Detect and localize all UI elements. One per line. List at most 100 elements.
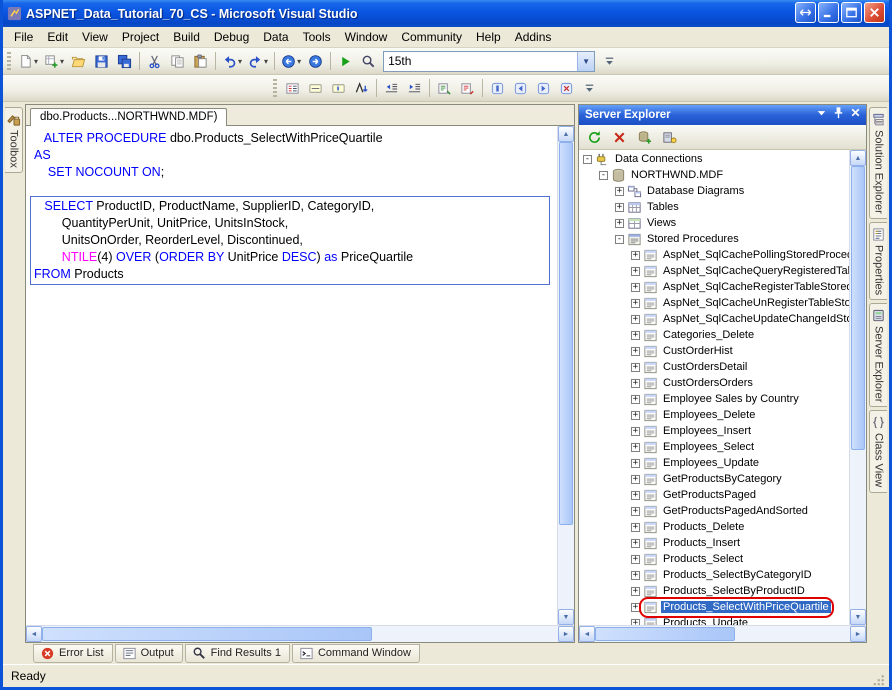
plus-expander-icon[interactable]: + <box>631 555 640 564</box>
toolbar-combobox[interactable]: ▼ <box>383 51 595 72</box>
plus-expander-icon[interactable]: + <box>631 251 640 260</box>
plus-expander-icon[interactable]: + <box>631 571 640 580</box>
tree-item-views[interactable]: +Views <box>579 215 849 231</box>
tree-item-getproductspagedandsorted[interactable]: +GetProductsPagedAndSorted <box>579 503 849 519</box>
save-file-button[interactable] <box>90 50 113 72</box>
add-item-button[interactable]: ▾ <box>41 50 67 72</box>
tab-find-results-1[interactable]: Find Results 1 <box>185 644 290 663</box>
cut-button[interactable] <box>143 50 166 72</box>
plus-expander-icon[interactable]: + <box>631 283 640 292</box>
menu-addins[interactable]: Addins <box>508 28 559 46</box>
editor-vertical-scrollbar[interactable]: ▲ ▼ <box>557 126 574 625</box>
plus-expander-icon[interactable]: + <box>631 587 640 596</box>
menu-view[interactable]: View <box>75 28 115 46</box>
tree-item-custorderhist[interactable]: +CustOrderHist <box>579 343 849 359</box>
tree-item-products-selectwithpricequartile[interactable]: +Products_SelectWithPriceQuartile <box>579 599 849 615</box>
tab-server-explorer[interactable]: Server Explorer <box>869 303 887 407</box>
code-area[interactable]: ALTER PROCEDURE dbo.Products_SelectWithP… <box>26 126 557 625</box>
scroll-left-icon[interactable]: ◄ <box>26 626 42 642</box>
plus-expander-icon[interactable]: + <box>631 427 640 436</box>
decrease-indent-button[interactable] <box>380 77 403 99</box>
plus-expander-icon[interactable]: + <box>631 459 640 468</box>
menu-debug[interactable]: Debug <box>207 28 256 46</box>
minimize-button[interactable] <box>818 2 839 23</box>
save-all-button[interactable] <box>113 50 136 72</box>
dropdown-arrow-icon[interactable]: ▾ <box>238 57 242 66</box>
tree-item-employees-update[interactable]: +Employees_Update <box>579 455 849 471</box>
plus-expander-icon[interactable]: + <box>631 523 640 532</box>
complete-word-button[interactable] <box>350 77 373 99</box>
navigate-forward-button[interactable] <box>304 50 327 72</box>
tab-toolbox[interactable]: Toolbox <box>5 107 23 173</box>
auto-hide-button[interactable] <box>831 105 846 120</box>
tree-horizontal-scrollbar[interactable]: ◄ ► <box>579 625 866 642</box>
tree-item-employees-delete[interactable]: +Employees_Delete <box>579 407 849 423</box>
plus-expander-icon[interactable]: + <box>615 187 624 196</box>
plus-expander-icon[interactable]: + <box>631 395 640 404</box>
increase-indent-button[interactable] <box>403 77 426 99</box>
tree-item-aspnet-sqlcachequeryregisteredtablesstoredprocedure[interactable]: +AspNet_SqlCacheQueryRegisteredTablesSto… <box>579 263 849 279</box>
toolbar-grip[interactable] <box>273 79 277 98</box>
tree-item-stored-procedures[interactable]: -Stored Procedures <box>579 231 849 247</box>
tree-item-tables[interactable]: +Tables <box>579 199 849 215</box>
plus-expander-icon[interactable]: + <box>615 203 624 212</box>
window-position-button[interactable] <box>814 105 829 120</box>
tab-error-list[interactable]: Error List <box>33 644 113 663</box>
menu-build[interactable]: Build <box>166 28 207 46</box>
connect-server-button[interactable] <box>658 126 681 148</box>
scroll-track[interactable] <box>850 166 866 609</box>
tree-item-northwnd-mdf[interactable]: -NORTHWND.MDF <box>579 167 849 183</box>
plus-expander-icon[interactable]: + <box>631 507 640 516</box>
scroll-thumb[interactable] <box>851 166 865 450</box>
toolbar-grip[interactable] <box>7 52 11 71</box>
resize-grip[interactable] <box>872 673 886 687</box>
plus-expander-icon[interactable]: + <box>631 347 640 356</box>
parameter-info-button[interactable] <box>304 77 327 99</box>
window-switch-button[interactable] <box>795 2 816 23</box>
tree-item-products-update[interactable]: +Products_Update <box>579 615 849 625</box>
display-member-list-button[interactable] <box>281 77 304 99</box>
scroll-track[interactable] <box>558 142 574 609</box>
tree-item-aspnet-sqlcacheupdatechangeidstoredprocedure[interactable]: +AspNet_SqlCacheUpdateChangeIdStoredProc… <box>579 311 849 327</box>
clear-bookmarks-button[interactable] <box>555 77 578 99</box>
scroll-thumb[interactable] <box>42 627 372 641</box>
start-debugging-button[interactable] <box>334 50 357 72</box>
menu-help[interactable]: Help <box>469 28 508 46</box>
menu-edit[interactable]: Edit <box>40 28 75 46</box>
plus-expander-icon[interactable]: + <box>631 411 640 420</box>
plus-expander-icon[interactable]: + <box>631 379 640 388</box>
plus-expander-icon[interactable]: + <box>631 315 640 324</box>
scroll-track[interactable] <box>42 626 558 642</box>
scroll-thumb[interactable] <box>595 627 735 641</box>
tree-item-getproductsbycategory[interactable]: +GetProductsByCategory <box>579 471 849 487</box>
menu-window[interactable]: Window <box>338 28 395 46</box>
toolbar-combobox-input[interactable] <box>384 52 577 71</box>
stop-refresh-button[interactable] <box>608 126 631 148</box>
tab-solution-explorer[interactable]: Solution Explorer <box>869 107 887 219</box>
tree-item-categories-delete[interactable]: +Categories_Delete <box>579 327 849 343</box>
minus-expander-icon[interactable]: - <box>583 155 592 164</box>
scroll-track[interactable] <box>595 626 850 642</box>
server-explorer-titlebar[interactable]: Server Explorer <box>579 105 866 125</box>
tree-item-custordersdetail[interactable]: +CustOrdersDetail <box>579 359 849 375</box>
uncomment-selection-button[interactable] <box>456 77 479 99</box>
tree-item-products-insert[interactable]: +Products_Insert <box>579 535 849 551</box>
tree-item-aspnet-sqlcacheregistertablestoredprocedure[interactable]: +AspNet_SqlCacheRegisterTableStoredProce… <box>579 279 849 295</box>
plus-expander-icon[interactable]: + <box>631 475 640 484</box>
next-bookmark-button[interactable] <box>532 77 555 99</box>
plus-expander-icon[interactable]: + <box>631 603 640 612</box>
tree-item-getproductspaged[interactable]: +GetProductsPaged <box>579 487 849 503</box>
toolbar-options-button[interactable] <box>578 77 601 99</box>
tree-item-custordersorders[interactable]: +CustOrdersOrders <box>579 375 849 391</box>
tree-item-employees-insert[interactable]: +Employees_Insert <box>579 423 849 439</box>
scroll-right-icon[interactable]: ► <box>850 626 866 642</box>
plus-expander-icon[interactable]: + <box>631 539 640 548</box>
dropdown-arrow-icon[interactable]: ▾ <box>34 57 38 66</box>
menu-project[interactable]: Project <box>115 28 166 46</box>
plus-expander-icon[interactable]: + <box>631 331 640 340</box>
tree-vertical-scrollbar[interactable]: ▲ ▼ <box>849 150 866 625</box>
scroll-down-icon[interactable]: ▼ <box>850 609 866 625</box>
new-file-button[interactable]: ▾ <box>15 50 41 72</box>
find-in-files-button[interactable] <box>357 50 380 72</box>
tab-properties[interactable]: Properties <box>869 222 887 300</box>
